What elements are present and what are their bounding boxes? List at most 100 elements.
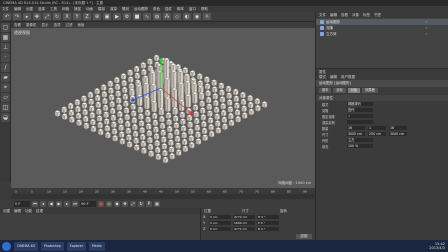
viewport-menu-item[interactable]: 摄像机: [26, 23, 37, 27]
record-icon[interactable]: ●: [98, 200, 104, 207]
play-back-icon[interactable]: ◀: [48, 200, 54, 207]
start-button-icon[interactable]: [2, 241, 11, 251]
menu-item[interactable]: 帮助: [201, 7, 208, 11]
menu-item[interactable]: 角色: [153, 7, 160, 11]
redo-icon[interactable]: ↷: [13, 13, 21, 20]
menu-item[interactable]: 脚本: [177, 7, 184, 11]
taskbar-window-button[interactable]: CINEMA 4D: [14, 241, 38, 251]
menu-item[interactable]: 运动跟踪: [134, 7, 148, 11]
menu-item[interactable]: 窗口: [189, 7, 196, 11]
attributes-mode-item[interactable]: 用户数据: [341, 75, 355, 79]
y-axis-icon[interactable]: Y: [73, 13, 81, 20]
viewport-canvas[interactable]: [11, 28, 315, 188]
coord-size-field[interactable]: 4772 cm: [233, 214, 255, 220]
autokey-icon[interactable]: ◎: [106, 200, 112, 207]
move-icon[interactable]: ✥: [33, 13, 41, 20]
move-key-icon[interactable]: ✥: [122, 200, 128, 207]
attribute-value[interactable]: 16: [389, 125, 407, 131]
object-name[interactable]: 运动图形: [326, 20, 340, 25]
rotate-key-icon[interactable]: ↻: [138, 200, 144, 207]
taskbar-window-button[interactable]: Photoshop: [41, 241, 64, 251]
menu-item[interactable]: 渲染: [110, 7, 117, 11]
menu-item[interactable]: 创建: [26, 7, 33, 11]
render-settings-icon[interactable]: ⚙: [123, 13, 131, 20]
object-manager-menu-item[interactable]: 对象: [352, 13, 359, 17]
attribute-value[interactable]: [347, 119, 373, 125]
visibility-check-icon[interactable]: ✓: [425, 20, 428, 24]
pla-key-icon[interactable]: ▦: [154, 200, 160, 207]
prev-key-icon[interactable]: ◂: [40, 200, 46, 207]
go-start-icon[interactable]: ⏮: [32, 200, 38, 207]
keyframe-icon[interactable]: ◆: [114, 200, 120, 207]
attribute-value[interactable]: 网格排列: [347, 101, 373, 107]
material-menu-item[interactable]: 纹理: [36, 209, 43, 213]
lock-icon[interactable]: ◫: [1, 103, 10, 112]
object-manager-menu-item[interactable]: 书签: [374, 13, 381, 17]
object-manager-menu-item[interactable]: 编辑: [330, 13, 337, 17]
visibility-check-icon[interactable]: ✓: [425, 26, 428, 30]
menu-item[interactable]: 雕刻: [122, 7, 129, 11]
menu-item[interactable]: 选择: [38, 7, 45, 11]
render-icon[interactable]: ▶: [113, 13, 121, 20]
menu-item[interactable]: 捕捉: [74, 7, 81, 11]
coord-size-field[interactable]: 4772 cm: [233, 226, 255, 232]
deformer-icon[interactable]: ◇: [173, 13, 181, 20]
current-frame-field[interactable]: 0 F: [14, 200, 30, 207]
model-mode-icon[interactable]: ▢: [1, 23, 10, 32]
select-icon[interactable]: ▸: [23, 13, 31, 20]
coord-rot-field[interactable]: P 0 °: [257, 220, 279, 226]
object-manager-menu-item[interactable]: 查看: [341, 13, 348, 17]
menu-item[interactable]: 工具: [50, 7, 57, 11]
menu-item[interactable]: 插件: [165, 7, 172, 11]
attributes-tab[interactable]: 对象: [347, 88, 361, 93]
visibility-check-icon[interactable]: ✓: [425, 32, 428, 36]
attribute-value[interactable]: ✓: [347, 113, 373, 119]
coord-rot-field[interactable]: H 0 °: [257, 214, 279, 220]
taskbar-window-button[interactable]: Explorer: [66, 241, 87, 251]
attribute-value[interactable]: 16: [347, 125, 365, 131]
rotate-icon[interactable]: ↻: [53, 13, 61, 20]
object-row[interactable]: 立方体 ✓: [316, 31, 448, 37]
object-manager-menu-item[interactable]: 标签: [363, 13, 370, 17]
attribute-value[interactable]: 迭代: [347, 107, 373, 113]
workplane-icon[interactable]: ▱: [1, 93, 10, 102]
end-frame-field[interactable]: 90 F: [80, 200, 96, 207]
go-end-icon[interactable]: ⏭: [72, 200, 78, 207]
object-name[interactable]: 立方体: [326, 32, 337, 37]
cube-icon[interactable]: ■: [133, 13, 141, 20]
sculpt-icon[interactable]: ◒: [1, 113, 10, 122]
camera-icon[interactable]: ◉: [193, 13, 201, 20]
attribute-value[interactable]: 200 cm: [368, 131, 386, 137]
coord-pos-field[interactable]: 0 cm: [209, 220, 231, 226]
play-icon[interactable]: ▶: [56, 200, 62, 207]
nurbs-icon[interactable]: ◍: [153, 13, 161, 20]
viewport-menu-item[interactable]: 面板: [78, 23, 85, 27]
apply-button[interactable]: 应用: [296, 234, 312, 239]
axis-handle-tip[interactable]: [159, 58, 163, 62]
axis-mode-icon[interactable]: ⊥: [1, 43, 10, 52]
light-icon[interactable]: ☼: [203, 13, 211, 20]
axis-handle-tip[interactable]: [189, 111, 193, 115]
coord-size-field[interactable]: 1600 cm: [233, 220, 255, 226]
coord-pos-field[interactable]: 0 cm: [209, 226, 231, 232]
polygons-mode-icon[interactable]: ▰: [1, 73, 10, 82]
attribute-value[interactable]: 3000 cm: [389, 131, 407, 137]
menu-item[interactable]: 文件: [2, 7, 9, 11]
z-axis-icon[interactable]: Z: [83, 13, 91, 20]
scene-icon[interactable]: ◐: [183, 13, 191, 20]
render-view-icon[interactable]: ▣: [103, 13, 111, 20]
attributes-mode-item[interactable]: 编辑: [330, 75, 337, 79]
viewport-menu-item[interactable]: 选项: [54, 23, 61, 27]
spline-icon[interactable]: ∿: [143, 13, 151, 20]
material-menu-item[interactable]: 功能: [25, 209, 32, 213]
snap-icon[interactable]: ⌖: [1, 83, 10, 92]
menu-item[interactable]: 网格: [62, 7, 69, 11]
object-manager-menu-item[interactable]: 文件: [319, 13, 326, 17]
attribute-value[interactable]: 100 %: [347, 143, 373, 149]
viewport-menu-item[interactable]: 过滤: [66, 23, 73, 27]
texture-mode-icon[interactable]: ▦: [1, 33, 10, 42]
coord-pos-field[interactable]: 0 cm: [209, 214, 231, 220]
taskbar-window-button[interactable]: Media: [89, 241, 105, 251]
perspective-viewport[interactable]: 透视视图 网格间距 : 1000 cm: [11, 28, 315, 188]
coord-rot-field[interactable]: B 0 °: [257, 226, 279, 232]
